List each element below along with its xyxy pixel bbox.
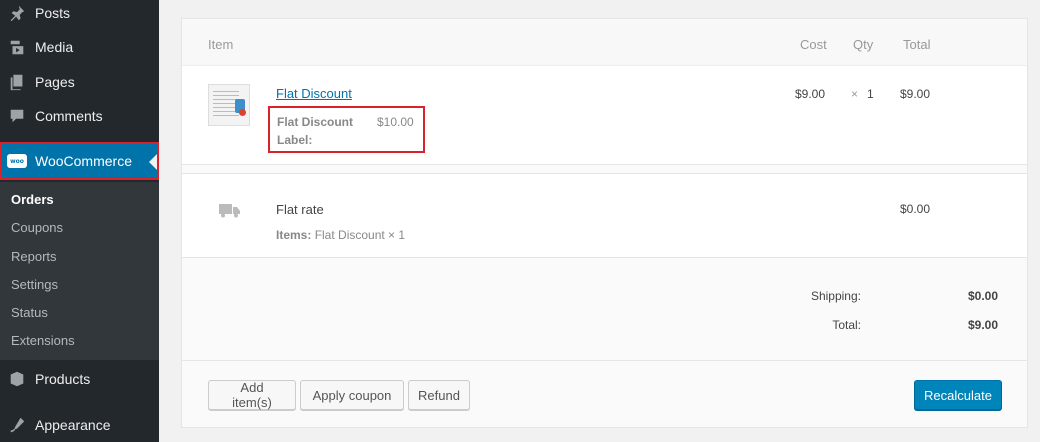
appearance-icon (7, 415, 27, 435)
item-qty: 1 (867, 87, 874, 101)
item-meta-highlight: Flat Discount Label: $10.00 (268, 106, 425, 153)
totals-total-value: $9.00 (967, 318, 998, 332)
recalculate-button[interactable]: Recalculate (914, 380, 1002, 410)
submenu-item-settings[interactable]: Settings (11, 277, 58, 292)
shipping-items-label: Items: (276, 228, 312, 242)
menu-item-label: Comments (35, 108, 103, 124)
pages-icon (7, 72, 27, 92)
menu-item-pages[interactable]: Pages (0, 65, 159, 99)
totals-shipping-label: Shipping: (810, 289, 861, 303)
truck-icon (219, 204, 240, 218)
menu-item-media[interactable]: Media (0, 30, 159, 64)
menu-item-posts[interactable]: Posts (0, 0, 159, 30)
item-total: $9.00 (900, 87, 931, 101)
menu-item-label: Appearance (35, 417, 111, 433)
column-header-cost: Cost (800, 37, 827, 52)
menu-item-label: Pages (35, 74, 75, 90)
menu-item-label: Media (35, 39, 74, 55)
shipping-method-name: Flat rate (276, 202, 324, 217)
current-menu-arrow-icon (149, 154, 157, 170)
menu-item-products[interactable]: Products (0, 362, 159, 396)
order-actions-bar: Add item(s) Apply coupon Refund Recalcul… (182, 360, 1027, 427)
add-items-button[interactable]: Add item(s) (208, 380, 296, 410)
submenu-item-extensions[interactable]: Extensions (11, 333, 75, 348)
submenu-item-coupons[interactable]: Coupons (11, 220, 63, 235)
table-header: Item Cost Qty Total (182, 19, 1027, 66)
menu-item-label: WooCommerce (35, 153, 132, 169)
line-item-row: Flat Discount Flat Discount Label: $10.0… (182, 66, 1027, 165)
product-thumbnail (208, 84, 250, 126)
admin-sidebar: Posts Media Pages Comments woo WooCommer… (0, 0, 159, 442)
qty-times-symbol: × (851, 87, 859, 101)
totals-shipping-value: $0.00 (967, 289, 998, 303)
item-meta-label: Flat Discount Label: (277, 115, 354, 147)
submenu-item-status[interactable]: Status (11, 305, 48, 320)
shipping-total: $0.00 (900, 202, 931, 216)
shipping-row: Flat rate Items: Flat Discount × 1 $0.00 (182, 173, 1027, 258)
submenu-item-reports[interactable]: Reports (11, 249, 57, 264)
comments-icon (7, 106, 27, 126)
woocommerce-logo-icon: woo (7, 154, 27, 168)
product-link[interactable]: Flat Discount (276, 86, 352, 101)
column-header-item: Item (208, 37, 234, 52)
shipping-items: Items: Flat Discount × 1 (276, 228, 405, 242)
column-header-total: Total (903, 37, 931, 52)
column-header-qty: Qty (853, 37, 874, 52)
woocommerce-submenu: Orders Coupons Reports Settings Status E… (0, 182, 159, 360)
refund-button[interactable]: Refund (408, 380, 470, 410)
menu-item-label: Posts (35, 5, 71, 21)
order-items-panel: Item Cost Qty Total Flat Discount Flat D… (181, 18, 1028, 428)
media-icon (7, 37, 27, 57)
apply-coupon-button[interactable]: Apply coupon (300, 380, 404, 410)
menu-item-woocommerce[interactable]: woo WooCommerce (0, 142, 159, 180)
menu-item-comments[interactable]: Comments (0, 99, 159, 133)
products-icon (7, 369, 27, 389)
menu-item-label: Products (35, 371, 91, 387)
submenu-item-orders[interactable]: Orders (11, 192, 54, 207)
shipping-items-value: Flat Discount × 1 (314, 228, 406, 242)
menu-item-appearance[interactable]: Appearance (0, 408, 159, 442)
pin-icon (7, 3, 27, 23)
item-cost: $9.00 (795, 87, 826, 101)
totals-total-label: Total: (832, 318, 861, 332)
item-meta-value: $10.00 (377, 115, 414, 129)
